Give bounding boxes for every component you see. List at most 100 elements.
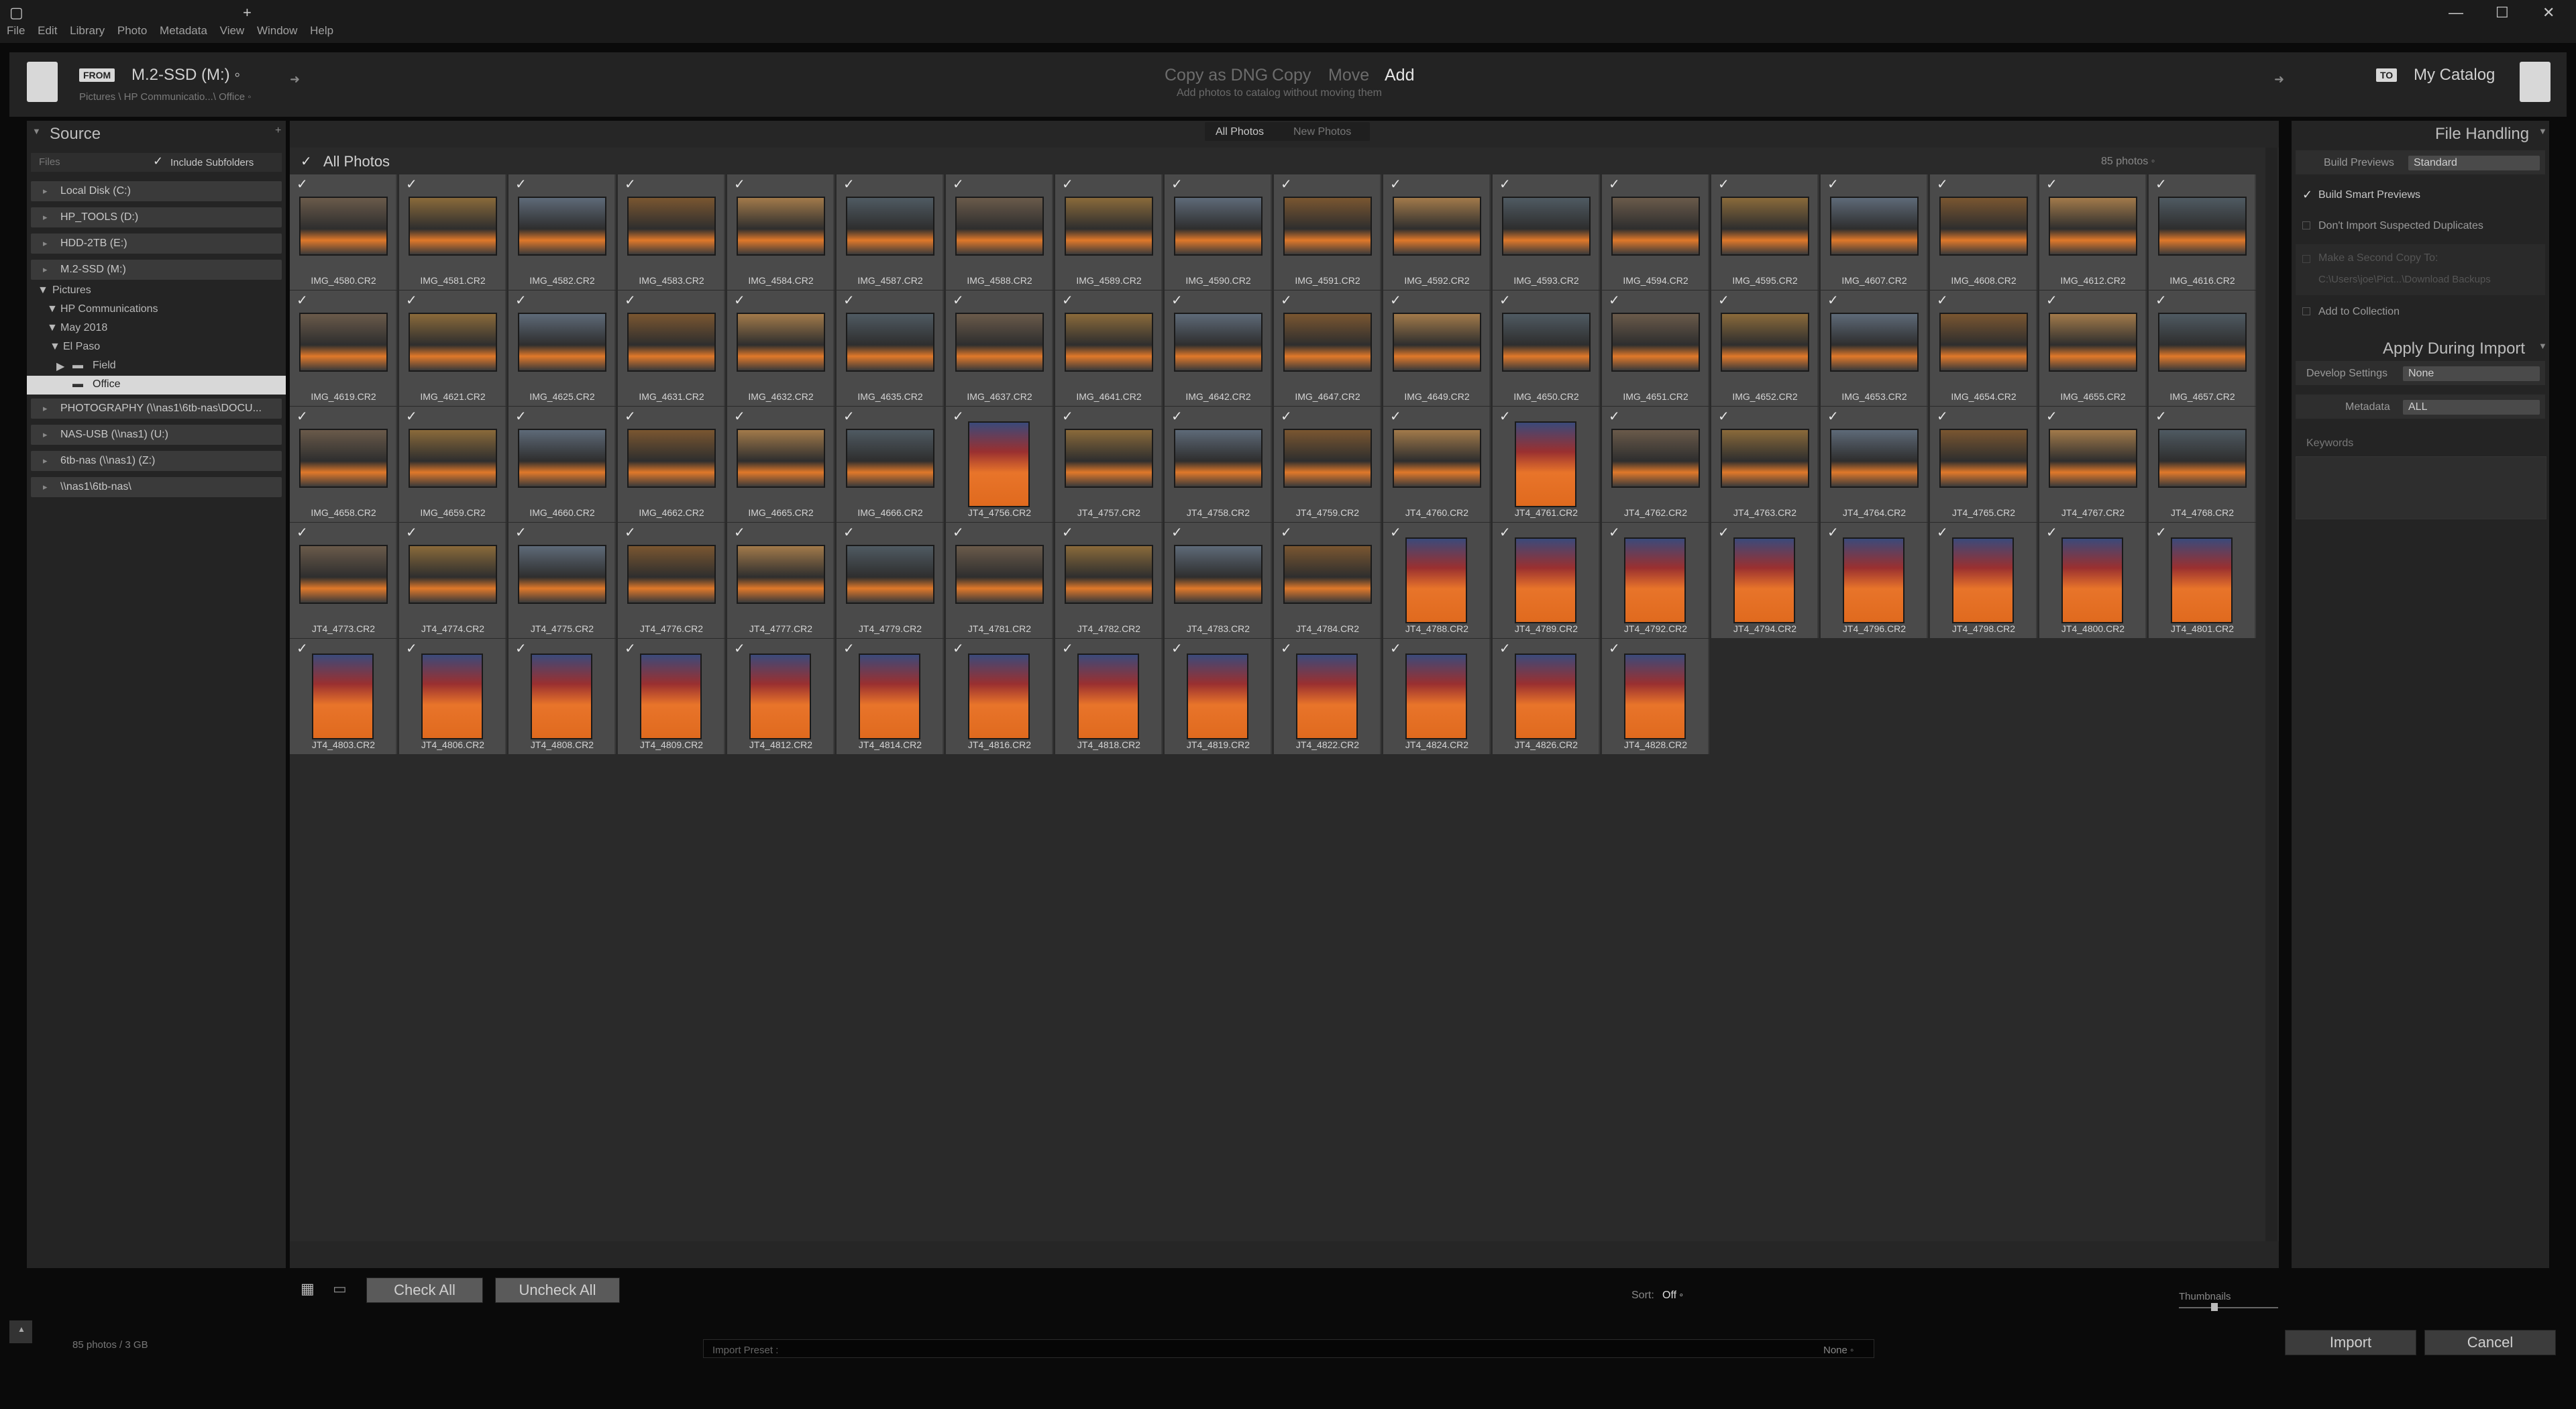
photo-cell[interactable]: ✓ JT4_4777.CR2: [727, 523, 835, 638]
photo-cell[interactable]: ✓ IMG_4590.CR2: [1165, 174, 1272, 290]
photo-cell[interactable]: ✓ IMG_4631.CR2: [618, 291, 725, 406]
photo-checkbox[interactable]: ✓: [515, 176, 527, 193]
photo-cell[interactable]: ✓ IMG_4665.CR2: [727, 407, 835, 522]
photo-count[interactable]: 85 photos ◦: [2101, 156, 2155, 168]
photo-checkbox[interactable]: ✓: [1827, 176, 1839, 193]
photo-thumbnail[interactable]: [1733, 537, 1795, 623]
tree-toggle-pictures[interactable]: ▼: [38, 284, 48, 297]
close-icon[interactable]: ✕: [2542, 4, 2555, 21]
include-subfolders-checkbox[interactable]: ✓: [153, 154, 163, 168]
photo-thumbnail[interactable]: [1283, 545, 1372, 604]
photo-thumbnail[interactable]: [1843, 537, 1904, 623]
photo-checkbox[interactable]: ✓: [515, 292, 527, 309]
device-nas1-share[interactable]: \\nas1\6tb-nas\: [31, 477, 282, 497]
photo-thumbnail[interactable]: [1502, 313, 1591, 372]
photo-checkbox[interactable]: ✓: [515, 524, 527, 541]
photo-cell[interactable]: ✓ IMG_4593.CR2: [1493, 174, 1600, 290]
from-volume[interactable]: M.2-SSD (M:) ◦: [131, 66, 240, 85]
photo-thumbnail[interactable]: [1515, 537, 1576, 623]
photo-thumbnail[interactable]: [2171, 537, 2233, 623]
photo-thumbnail[interactable]: [846, 313, 934, 372]
photo-checkbox[interactable]: ✓: [1171, 524, 1183, 541]
photo-cell[interactable]: ✓ JT4_4760.CR2: [1383, 407, 1491, 522]
photo-checkbox[interactable]: ✓: [1281, 176, 1292, 193]
add-source-icon[interactable]: +: [275, 125, 281, 137]
photo-cell[interactable]: ✓ JT4_4809.CR2: [618, 639, 725, 754]
photo-cell[interactable]: ✓ JT4_4803.CR2: [290, 639, 397, 754]
photo-cell[interactable]: ✓ JT4_4764.CR2: [1821, 407, 1928, 522]
mode-move[interactable]: Move: [1328, 66, 1369, 85]
photo-checkbox[interactable]: ✓: [625, 524, 636, 541]
tree-toggle-may[interactable]: ▼: [47, 322, 58, 334]
photo-cell[interactable]: ✓ JT4_4789.CR2: [1493, 523, 1600, 638]
photo-thumbnail[interactable]: [846, 429, 934, 488]
photo-cell[interactable]: ✓ IMG_4635.CR2: [837, 291, 944, 406]
photo-checkbox[interactable]: ✓: [1281, 292, 1292, 309]
photo-cell[interactable]: ✓ JT4_4756.CR2: [946, 407, 1053, 522]
photo-cell[interactable]: ✓ IMG_4642.CR2: [1165, 291, 1272, 406]
photo-checkbox[interactable]: ✓: [843, 524, 855, 541]
photo-checkbox[interactable]: ✓: [406, 524, 417, 541]
photo-cell[interactable]: ✓ IMG_4647.CR2: [1274, 291, 1381, 406]
photo-thumbnail[interactable]: [1939, 429, 2028, 488]
photo-checkbox[interactable]: ✓: [1499, 640, 1511, 657]
collapse-source-icon[interactable]: ▼: [32, 126, 41, 136]
folder-office-selected[interactable]: [27, 376, 286, 395]
thumbnail-size-slider[interactable]: [2179, 1307, 2278, 1308]
photo-cell[interactable]: ✓ JT4_4796.CR2: [1821, 523, 1928, 638]
photo-checkbox[interactable]: ✓: [953, 408, 964, 425]
photo-checkbox[interactable]: ✓: [2155, 524, 2167, 541]
photo-thumbnail[interactable]: [859, 654, 920, 739]
photo-thumbnail[interactable]: [1611, 197, 1700, 256]
photo-checkbox[interactable]: ✓: [515, 640, 527, 657]
photo-cell[interactable]: ✓ JT4_4783.CR2: [1165, 523, 1272, 638]
folder-may-2018[interactable]: May 2018: [60, 322, 107, 334]
tree-toggle-field[interactable]: ▶: [56, 360, 64, 373]
photo-checkbox[interactable]: ✓: [2155, 176, 2167, 193]
photo-cell[interactable]: ✓ IMG_4591.CR2: [1274, 174, 1381, 290]
photo-checkbox[interactable]: ✓: [1171, 408, 1183, 425]
keywords-input[interactable]: [2296, 456, 2546, 519]
menu-metadata[interactable]: Metadata: [160, 24, 207, 38]
photo-cell[interactable]: ✓ JT4_4773.CR2: [290, 523, 397, 638]
photo-thumbnail[interactable]: [640, 654, 702, 739]
photo-thumbnail[interactable]: [1405, 654, 1467, 739]
menu-file[interactable]: File: [7, 24, 25, 38]
photo-checkbox[interactable]: ✓: [953, 176, 964, 193]
photo-checkbox[interactable]: ✓: [1171, 292, 1183, 309]
photo-checkbox[interactable]: ✓: [1718, 292, 1729, 309]
photo-cell[interactable]: ✓ IMG_4662.CR2: [618, 407, 725, 522]
photo-checkbox[interactable]: ✓: [1062, 292, 1073, 309]
photo-thumbnail[interactable]: [627, 429, 716, 488]
photo-cell[interactable]: ✓ IMG_4649.CR2: [1383, 291, 1491, 406]
device-photography[interactable]: PHOTOGRAPHY (\\nas1\6tb-nas\DOCU...: [31, 399, 282, 419]
photo-cell[interactable]: ✓ JT4_4763.CR2: [1711, 407, 1819, 522]
photo-checkbox[interactable]: ✓: [625, 176, 636, 193]
photo-thumbnail[interactable]: [1283, 313, 1372, 372]
photo-thumbnail[interactable]: [518, 197, 606, 256]
photo-checkbox[interactable]: ✓: [2046, 524, 2057, 541]
menu-window[interactable]: Window: [257, 24, 297, 38]
photo-thumbnail[interactable]: [2061, 537, 2123, 623]
photo-checkbox[interactable]: ✓: [1281, 408, 1292, 425]
photo-checkbox[interactable]: ✓: [953, 640, 964, 657]
photo-checkbox[interactable]: ✓: [843, 640, 855, 657]
photo-checkbox[interactable]: ✓: [1171, 640, 1183, 657]
device-hdd-2tb[interactable]: HDD-2TB (E:): [31, 233, 282, 254]
import-preset-bar[interactable]: [703, 1339, 1874, 1358]
photo-cell[interactable]: ✓ IMG_4619.CR2: [290, 291, 397, 406]
photo-checkbox[interactable]: ✓: [1390, 524, 1401, 541]
photo-checkbox[interactable]: ✓: [406, 408, 417, 425]
photo-thumbnail[interactable]: [1065, 545, 1153, 604]
photo-cell[interactable]: ✓ IMG_4595.CR2: [1711, 174, 1819, 290]
collapse-apply-icon[interactable]: ▼: [2538, 341, 2547, 351]
photo-checkbox[interactable]: ✓: [734, 292, 745, 309]
tab-all-photos[interactable]: All Photos: [1216, 126, 1264, 138]
dont-import-duplicates-checkbox[interactable]: [2302, 221, 2310, 229]
photo-cell[interactable]: ✓ IMG_4589.CR2: [1055, 174, 1163, 290]
photo-cell[interactable]: ✓ JT4_4818.CR2: [1055, 639, 1163, 754]
photo-thumbnail[interactable]: [2049, 197, 2137, 256]
photo-cell[interactable]: ✓ JT4_4800.CR2: [2039, 523, 2147, 638]
photo-cell[interactable]: ✓ JT4_4768.CR2: [2149, 407, 2256, 522]
mode-copy[interactable]: Copy: [1272, 66, 1311, 85]
